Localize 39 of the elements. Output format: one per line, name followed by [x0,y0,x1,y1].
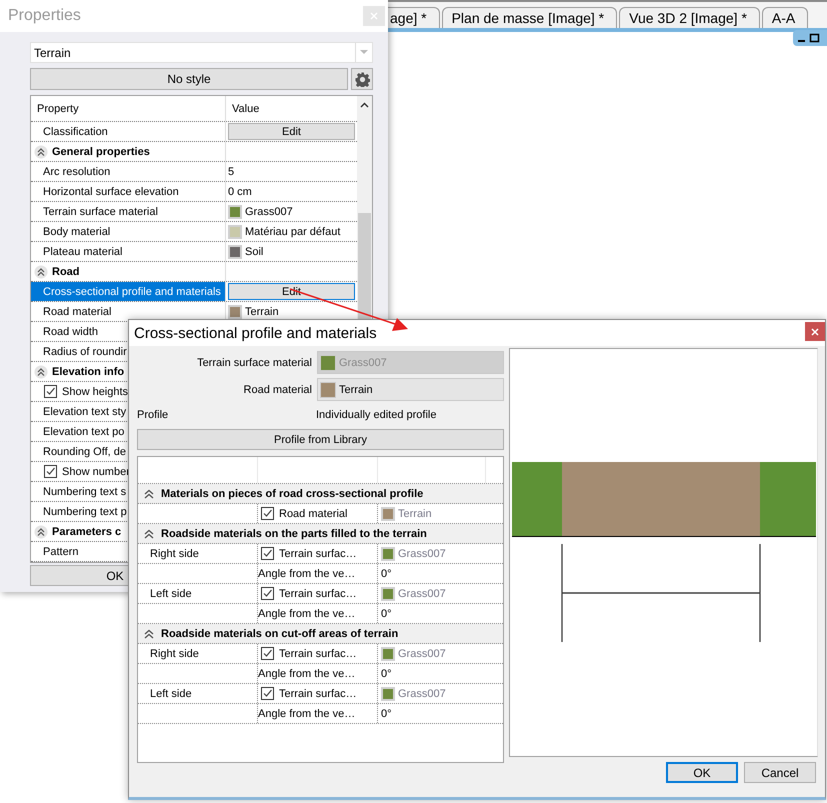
side-label: Right side [150,548,199,560]
material-value: Grass007 [398,688,446,700]
parameter-name: Angle from the ve… [258,668,356,680]
material-value: Grass007 [398,588,446,600]
group-heading: Roadside materials on the parts filled to the terrain [161,528,427,540]
material-name: Terrain surfac… [279,688,357,700]
parameter-name: Angle from the ve… [258,608,356,620]
property-value: 5 [228,166,234,178]
property-value: Matériau par défaut [245,226,340,238]
window-title: Properties [8,7,81,25]
group-heading: Roadside materials on cut-off areas of terrain [161,628,398,640]
material-name: Terrain surfac… [279,648,357,660]
property-value: Terrain [245,306,279,318]
profile-value: Individually edited profile [316,409,436,421]
profile-label: Profile [137,409,170,421]
property-value: 0 cm [228,186,252,198]
material-value: Terrain [398,508,432,520]
parameter-value: 0° [381,568,392,580]
side-label: Right side [150,648,199,660]
property-value: Grass007 [245,206,293,218]
column-header: Property [37,102,79,114]
material-value: Grass007 [398,548,446,560]
field-label: Terrain surface material [196,356,312,368]
column-header: Value [232,102,260,114]
group-heading: Materials on pieces of road cross-sectional profile [161,488,424,500]
material-value: Grass007 [398,648,446,660]
property-value: Soil [245,246,264,258]
parameter-value: 0° [381,668,392,680]
side-label: Left side [150,688,192,700]
parameter-name: Angle from the ve… [258,568,356,580]
parameter-value: 0° [381,708,392,720]
side-label: Left side [150,588,192,600]
field-label: Road material [242,384,312,396]
material-name: Terrain surfac… [279,588,357,600]
parameter-value: 0° [381,608,392,620]
dialog-title: Cross-sectional profile and materials [134,324,377,342]
material-name: Terrain surfac… [279,548,357,560]
parameter-name: Angle from the ve… [258,708,356,720]
material-name: Road material [279,508,348,520]
